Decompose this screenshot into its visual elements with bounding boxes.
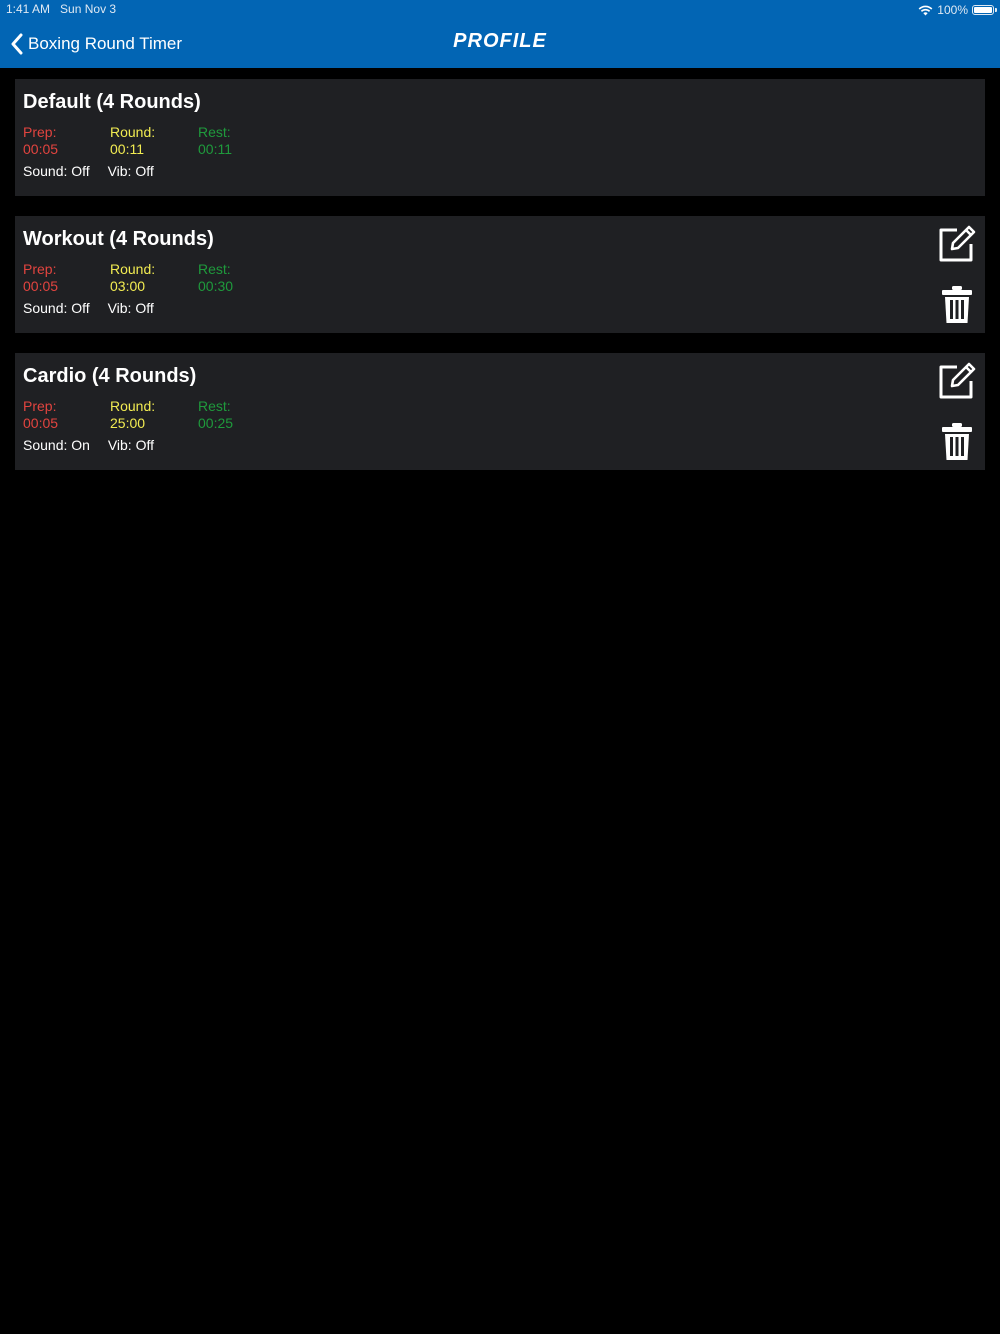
round-group: Round: 03:00 <box>110 261 155 295</box>
prep-group: Prep: 00:05 <box>23 261 58 295</box>
rest-value: 00:11 <box>198 141 232 157</box>
profile-title: Cardio (4 Rounds) <box>23 365 197 387</box>
round-label: Round: <box>110 124 156 140</box>
profile-title: Workout (4 Rounds) <box>23 228 214 250</box>
page-title: PROFILE <box>453 30 547 52</box>
round-value: 25:00 <box>110 415 146 431</box>
round-label: Round: <box>110 398 156 414</box>
prep-group: Prep: 00:05 <box>23 398 58 432</box>
rest-label: Rest: <box>198 261 231 277</box>
profile-settings: Sound: Off Vib: Off <box>23 300 168 316</box>
sound-status: Sound: On <box>23 437 90 453</box>
profile-card-workout[interactable]: Workout (4 Rounds) Prep: 00:05 Round: 03… <box>15 216 985 333</box>
vibration-status: Vib: Off <box>107 437 155 453</box>
rest-group: Rest: 00:25 <box>198 398 233 432</box>
rest-group: Rest: 00:11 <box>198 124 232 158</box>
rest-value: 00:30 <box>198 278 234 294</box>
edit-icon[interactable] <box>937 224 977 264</box>
trash-icon[interactable] <box>937 284 977 324</box>
status-bar-left: 1:41 AM Sun Nov 3 <box>6 2 116 16</box>
profile-card-default[interactable]: Default (4 Rounds) Prep: 00:05 Round: 00… <box>15 79 985 196</box>
profile-list: Default (4 Rounds) Prep: 00:05 Round: 00… <box>15 79 985 490</box>
rest-group: Rest: 00:30 <box>198 261 233 295</box>
status-time: 1:41 AM <box>6 2 51 16</box>
rest-label: Rest: <box>198 124 231 140</box>
vibration-status: Vib: Off <box>107 163 154 179</box>
round-label: Round: <box>110 261 156 277</box>
status-bar-right: 100% <box>918 2 997 18</box>
sound-status: Sound: Off <box>23 300 90 316</box>
round-value: 00:11 <box>110 141 144 157</box>
prep-value: 00:05 <box>23 415 59 431</box>
battery-icon <box>972 5 997 15</box>
prep-group: Prep: 00:05 <box>23 124 58 158</box>
edit-icon[interactable] <box>937 361 977 401</box>
wifi-icon <box>918 5 933 15</box>
round-group: Round: 25:00 <box>110 398 155 432</box>
prep-label: Prep: <box>23 398 57 414</box>
profile-card-cardio[interactable]: Cardio (4 Rounds) Prep: 00:05 Round: 25:… <box>15 353 985 470</box>
prep-value: 00:05 <box>23 141 59 157</box>
trash-icon[interactable] <box>937 421 977 461</box>
battery-percent: 100% <box>937 3 968 17</box>
sound-status: Sound: Off <box>23 163 90 179</box>
round-value: 03:00 <box>110 278 146 294</box>
navigation-bar: 1:41 AM Sun Nov 3 100% Boxing Round Time… <box>0 0 1000 68</box>
rest-value: 00:25 <box>198 415 234 431</box>
rest-label: Rest: <box>198 398 231 414</box>
prep-label: Prep: <box>23 124 57 140</box>
prep-value: 00:05 <box>23 278 59 294</box>
vibration-status: Vib: Off <box>107 300 154 316</box>
prep-label: Prep: <box>23 261 57 277</box>
status-date: Sun Nov 3 <box>60 2 117 16</box>
round-group: Round: 00:11 <box>110 124 155 158</box>
profile-settings: Sound: Off Vib: Off <box>23 163 168 179</box>
profile-title: Default (4 Rounds) <box>23 91 201 113</box>
profile-settings: Sound: On Vib: Off <box>23 437 168 453</box>
